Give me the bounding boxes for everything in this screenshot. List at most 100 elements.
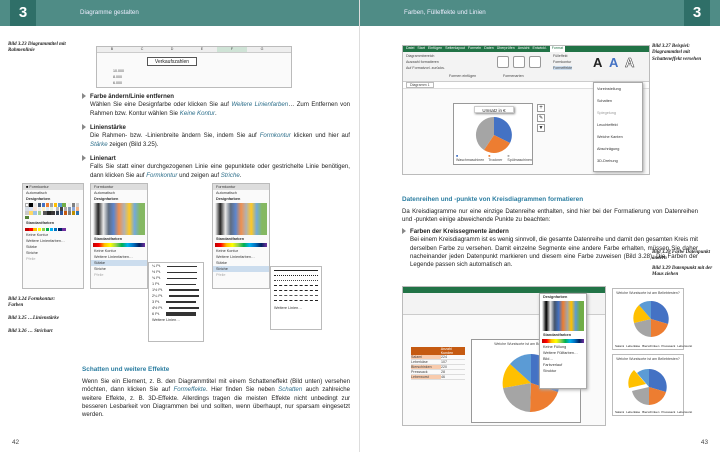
dash-square-dot[interactable] — [274, 280, 318, 281]
data-table: Anzahl Kunden Salami 224 Leberkäse 107 Bie… — [411, 347, 465, 380]
chart-title-box[interactable]: Verkaufszahlen — [147, 57, 197, 66]
name-box[interactable]: Diagramm 1 — [406, 82, 434, 88]
body-text: . Hier finden Sie neben — [205, 386, 279, 394]
effects-glow[interactable]: Leuchteffekt — [594, 119, 642, 131]
dash-solid[interactable] — [274, 270, 318, 271]
col-f: F — [217, 47, 247, 52]
cell: Salami — [411, 355, 441, 359]
menu-arrows: Pfeile — [94, 273, 104, 277]
menu-label: Formkontur — [29, 185, 49, 189]
effects-3d-rotation[interactable]: 3D-Drehung — [594, 155, 642, 167]
dash-round-dot[interactable] — [274, 275, 318, 276]
axis-label: 10.000 — [113, 69, 124, 73]
link-shape-effects[interactable]: Formeffekte — [173, 386, 206, 393]
weight-label: 1 Pt. — [152, 282, 160, 286]
dash-dash[interactable] — [274, 285, 318, 286]
caption-fig-3-25: Bild 3.25 …Linienstärke — [8, 316, 59, 321]
col-e: E — [200, 47, 204, 51]
cell: 28 — [441, 370, 445, 374]
weight-label: 2¼ Pt. — [152, 294, 163, 298]
standard-color-row[interactable] — [215, 243, 267, 247]
style-thumb[interactable] — [497, 56, 509, 68]
menu-outline-colors: ■ Formkontur Automatisch Designfarben St… — [22, 183, 84, 289]
chart-elements-plus-icon[interactable]: + — [537, 104, 545, 112]
page-number: 43 — [700, 439, 708, 446]
menu-arrows: Pfeile — [216, 273, 226, 277]
link-dashes[interactable]: Striche — [221, 172, 240, 179]
screenshot-chart-title: B C D E F G Verkaufszahlen 10.000 8.000 … — [96, 46, 292, 88]
menu-standard-colors: Standardfarben — [216, 237, 245, 241]
fill-button[interactable]: Fülleffekt — [553, 54, 568, 58]
side-pie-2 — [628, 368, 667, 405]
weight-label: ¾ Pt. — [152, 276, 161, 280]
format-selection[interactable]: Auswahl formatieren — [406, 60, 439, 64]
page-header — [0, 0, 359, 26]
chapter-number: 3 — [684, 0, 710, 26]
standard-color-row[interactable] — [542, 339, 584, 343]
chapter-number: 3 — [10, 0, 36, 26]
effects-shadow[interactable]: Schatten — [594, 95, 642, 107]
effects-button[interactable]: Formeffekte — [553, 66, 573, 70]
weight-label: ½ Pt. — [152, 270, 161, 274]
pie-legend: ■ Waschmaschinen ■ Trockner ■ Spülmaschi… — [456, 154, 532, 162]
pie-chart-area[interactable]: Umsatz in € ■ Waschmaschinen ■ Trockner … — [453, 103, 533, 165]
wordart-a-icon[interactable]: A — [593, 55, 602, 70]
section-title: Datenreihen und -punkte von Kreisdiagram… — [402, 196, 584, 203]
right-page: Farben, Fülleffekte und Linien 3 Datei S… — [360, 0, 720, 452]
legend-label: Leberwurst — [677, 410, 693, 414]
item-color: Farbe ändern/Linie entfernen Wählen Sie … — [82, 93, 350, 118]
pie-title[interactable]: Umsatz in € — [474, 106, 514, 113]
effects-reflection[interactable]: Spiegelung — [594, 107, 642, 119]
wordart-a-icon[interactable]: A — [609, 55, 618, 70]
link-shape-outline[interactable]: Formkontur — [260, 132, 291, 139]
more-lines[interactable]: Weitere Linien… — [149, 317, 203, 323]
menu-arrows: Pfeile — [26, 257, 36, 262]
item-text: . — [239, 171, 242, 179]
outline-button[interactable]: Formkontur — [553, 60, 571, 64]
style-thumb[interactable] — [529, 56, 541, 68]
pie-svg — [475, 116, 512, 153]
legend-item: ■ Waschmaschinen — [456, 154, 485, 162]
style-thumb[interactable] — [513, 56, 525, 68]
cell: 107 — [441, 360, 447, 364]
legend-label: Waschmaschinen — [456, 158, 485, 162]
link-no-outline[interactable]: Keine Kontur — [180, 110, 215, 117]
color-grid[interactable] — [93, 203, 145, 235]
effects-preset[interactable]: Voreinstellung — [594, 83, 642, 95]
pie-slice[interactable] — [632, 387, 649, 405]
link-more-line-colors[interactable]: Weitere Linienfarben — [231, 101, 288, 108]
menu-design-colors: Designfarben — [94, 197, 119, 201]
dash-long-dash-dot[interactable] — [274, 300, 318, 301]
table-header: Anzahl Kunden — [411, 347, 465, 355]
menu-label: Formkontur — [94, 185, 114, 189]
wordart-a-icon[interactable]: A — [625, 55, 635, 71]
page-number: 42 — [12, 439, 20, 446]
color-grid[interactable] — [215, 203, 267, 235]
table-row[interactable]: Leberwurst 46 — [411, 375, 465, 380]
chart-filter-icon[interactable]: ▼ — [537, 124, 545, 132]
chart-styles-brush-icon[interactable]: ✎ — [537, 114, 545, 122]
cell: 224 — [441, 355, 447, 359]
insert-shapes-label: Formen einfügen — [449, 74, 477, 78]
chart-title: Welche Wurstsorte ist am Beliebtesten? — [616, 291, 680, 295]
effects-bevel[interactable]: Abschrägung — [594, 143, 642, 155]
color-grid[interactable] — [542, 301, 584, 331]
effects-soft-edges[interactable]: Weiche Kanten — [594, 131, 642, 143]
cell: Presssack — [411, 370, 428, 374]
standard-color-row[interactable] — [93, 243, 145, 247]
color-grid[interactable] — [23, 202, 83, 220]
more-lines[interactable]: Weitere Linien… — [271, 305, 321, 311]
column-header-row: B C D E F G — [97, 47, 291, 53]
menu-standard-colors: Standardfarben — [543, 333, 572, 337]
chart-area-select[interactable]: Diagrammbereich — [406, 54, 434, 58]
section-title: Schatten und weitere Effekte — [82, 366, 170, 373]
link-shape-outline[interactable]: Formkontur — [146, 172, 177, 179]
link-weight[interactable]: Stärke — [90, 141, 108, 148]
side-legend: Salami Leberkäse Bierschinken Presssack … — [615, 344, 692, 348]
dash-long-dash[interactable] — [274, 290, 318, 291]
dash-dot[interactable] — [274, 295, 318, 296]
menu-texture[interactable]: Struktur — [540, 368, 586, 374]
link-shadow[interactable]: Schatten — [278, 386, 302, 393]
pie-slice[interactable] — [503, 383, 531, 412]
reset-style[interactable]: Auf Formatvorl. zurücks. — [406, 66, 445, 70]
